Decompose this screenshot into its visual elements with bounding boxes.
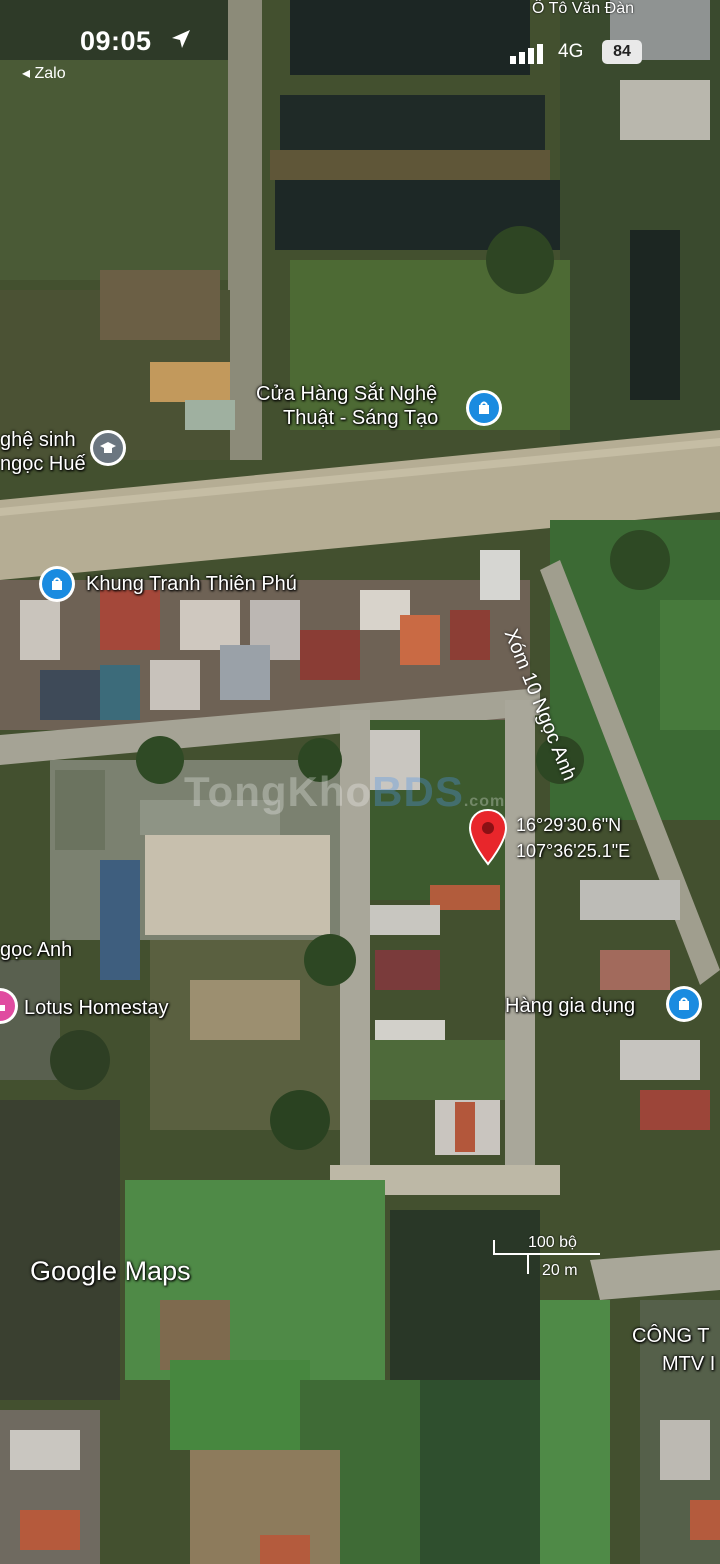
tongkho-watermark: TongKhoBDS.com <box>184 768 505 816</box>
poi-ngoc-anh[interactable]: gọc Anh <box>0 938 72 962</box>
poi-hang-gia-dung[interactable]: Hàng gia dụng <box>505 994 635 1018</box>
scale-bar: 100 bộ 20 m <box>492 1234 602 1284</box>
school-cap-icon[interactable] <box>90 430 126 466</box>
poi-label-line1: Cửa Hàng Sắt Nghệ <box>256 383 438 405</box>
poi-label-line1: ghệ sinh <box>0 429 76 451</box>
watermark-part2: BDS <box>372 768 464 815</box>
poi-label-line2: MTV I <box>662 1353 716 1375</box>
poi-label-line2: ngọc Huế <box>0 453 86 475</box>
pin-longitude: 107°36'25.1"E <box>516 841 631 861</box>
pin-coordinates: 16°29'30.6"N 107°36'25.1"E <box>516 812 630 864</box>
poi-khung-tranh[interactable]: Khung Tranh Thiên Phú <box>86 572 297 596</box>
location-pin-icon[interactable] <box>468 808 508 866</box>
status-bar: 09:05 ◂ Zalo Ô Tô Văn Đàn 4G 84 <box>0 0 720 90</box>
shopping-bag-icon[interactable] <box>466 390 502 426</box>
status-time: 09:05 <box>80 26 152 56</box>
scale-imperial: 100 bộ <box>528 1234 577 1251</box>
network-type: 4G <box>558 41 584 62</box>
poi-nghe-sinh[interactable]: ghệ sinh ngọc Huế <box>0 428 86 476</box>
edge-poi-label: Ô Tô Văn Đàn <box>532 0 634 17</box>
pin-latitude: 16°29'30.6"N <box>516 815 622 835</box>
scale-metric: 20 m <box>542 1262 578 1279</box>
poi-lotus-homestay[interactable]: Lotus Homestay <box>24 996 169 1020</box>
poi-label-line1: CÔNG T <box>632 1325 710 1347</box>
battery-indicator: 84 <box>602 40 642 64</box>
google-maps-logo: Google Maps <box>30 1256 191 1286</box>
shopping-bag-icon[interactable] <box>39 566 75 602</box>
poi-cong-ty[interactable]: CÔNG T MTV I <box>632 1322 715 1378</box>
signal-bars-icon <box>510 44 543 64</box>
location-arrow-icon <box>172 30 190 48</box>
back-to-app-link[interactable]: ◂ Zalo <box>22 63 66 83</box>
watermark-part1: TongKho <box>184 768 373 815</box>
shopping-bag-icon[interactable] <box>666 986 702 1022</box>
poi-cua-hang-sat[interactable]: Cửa Hàng Sắt Nghệ Thuật - Sáng Tạo <box>255 382 438 430</box>
poi-label-line2: Thuật - Sáng Tạo <box>283 407 439 429</box>
